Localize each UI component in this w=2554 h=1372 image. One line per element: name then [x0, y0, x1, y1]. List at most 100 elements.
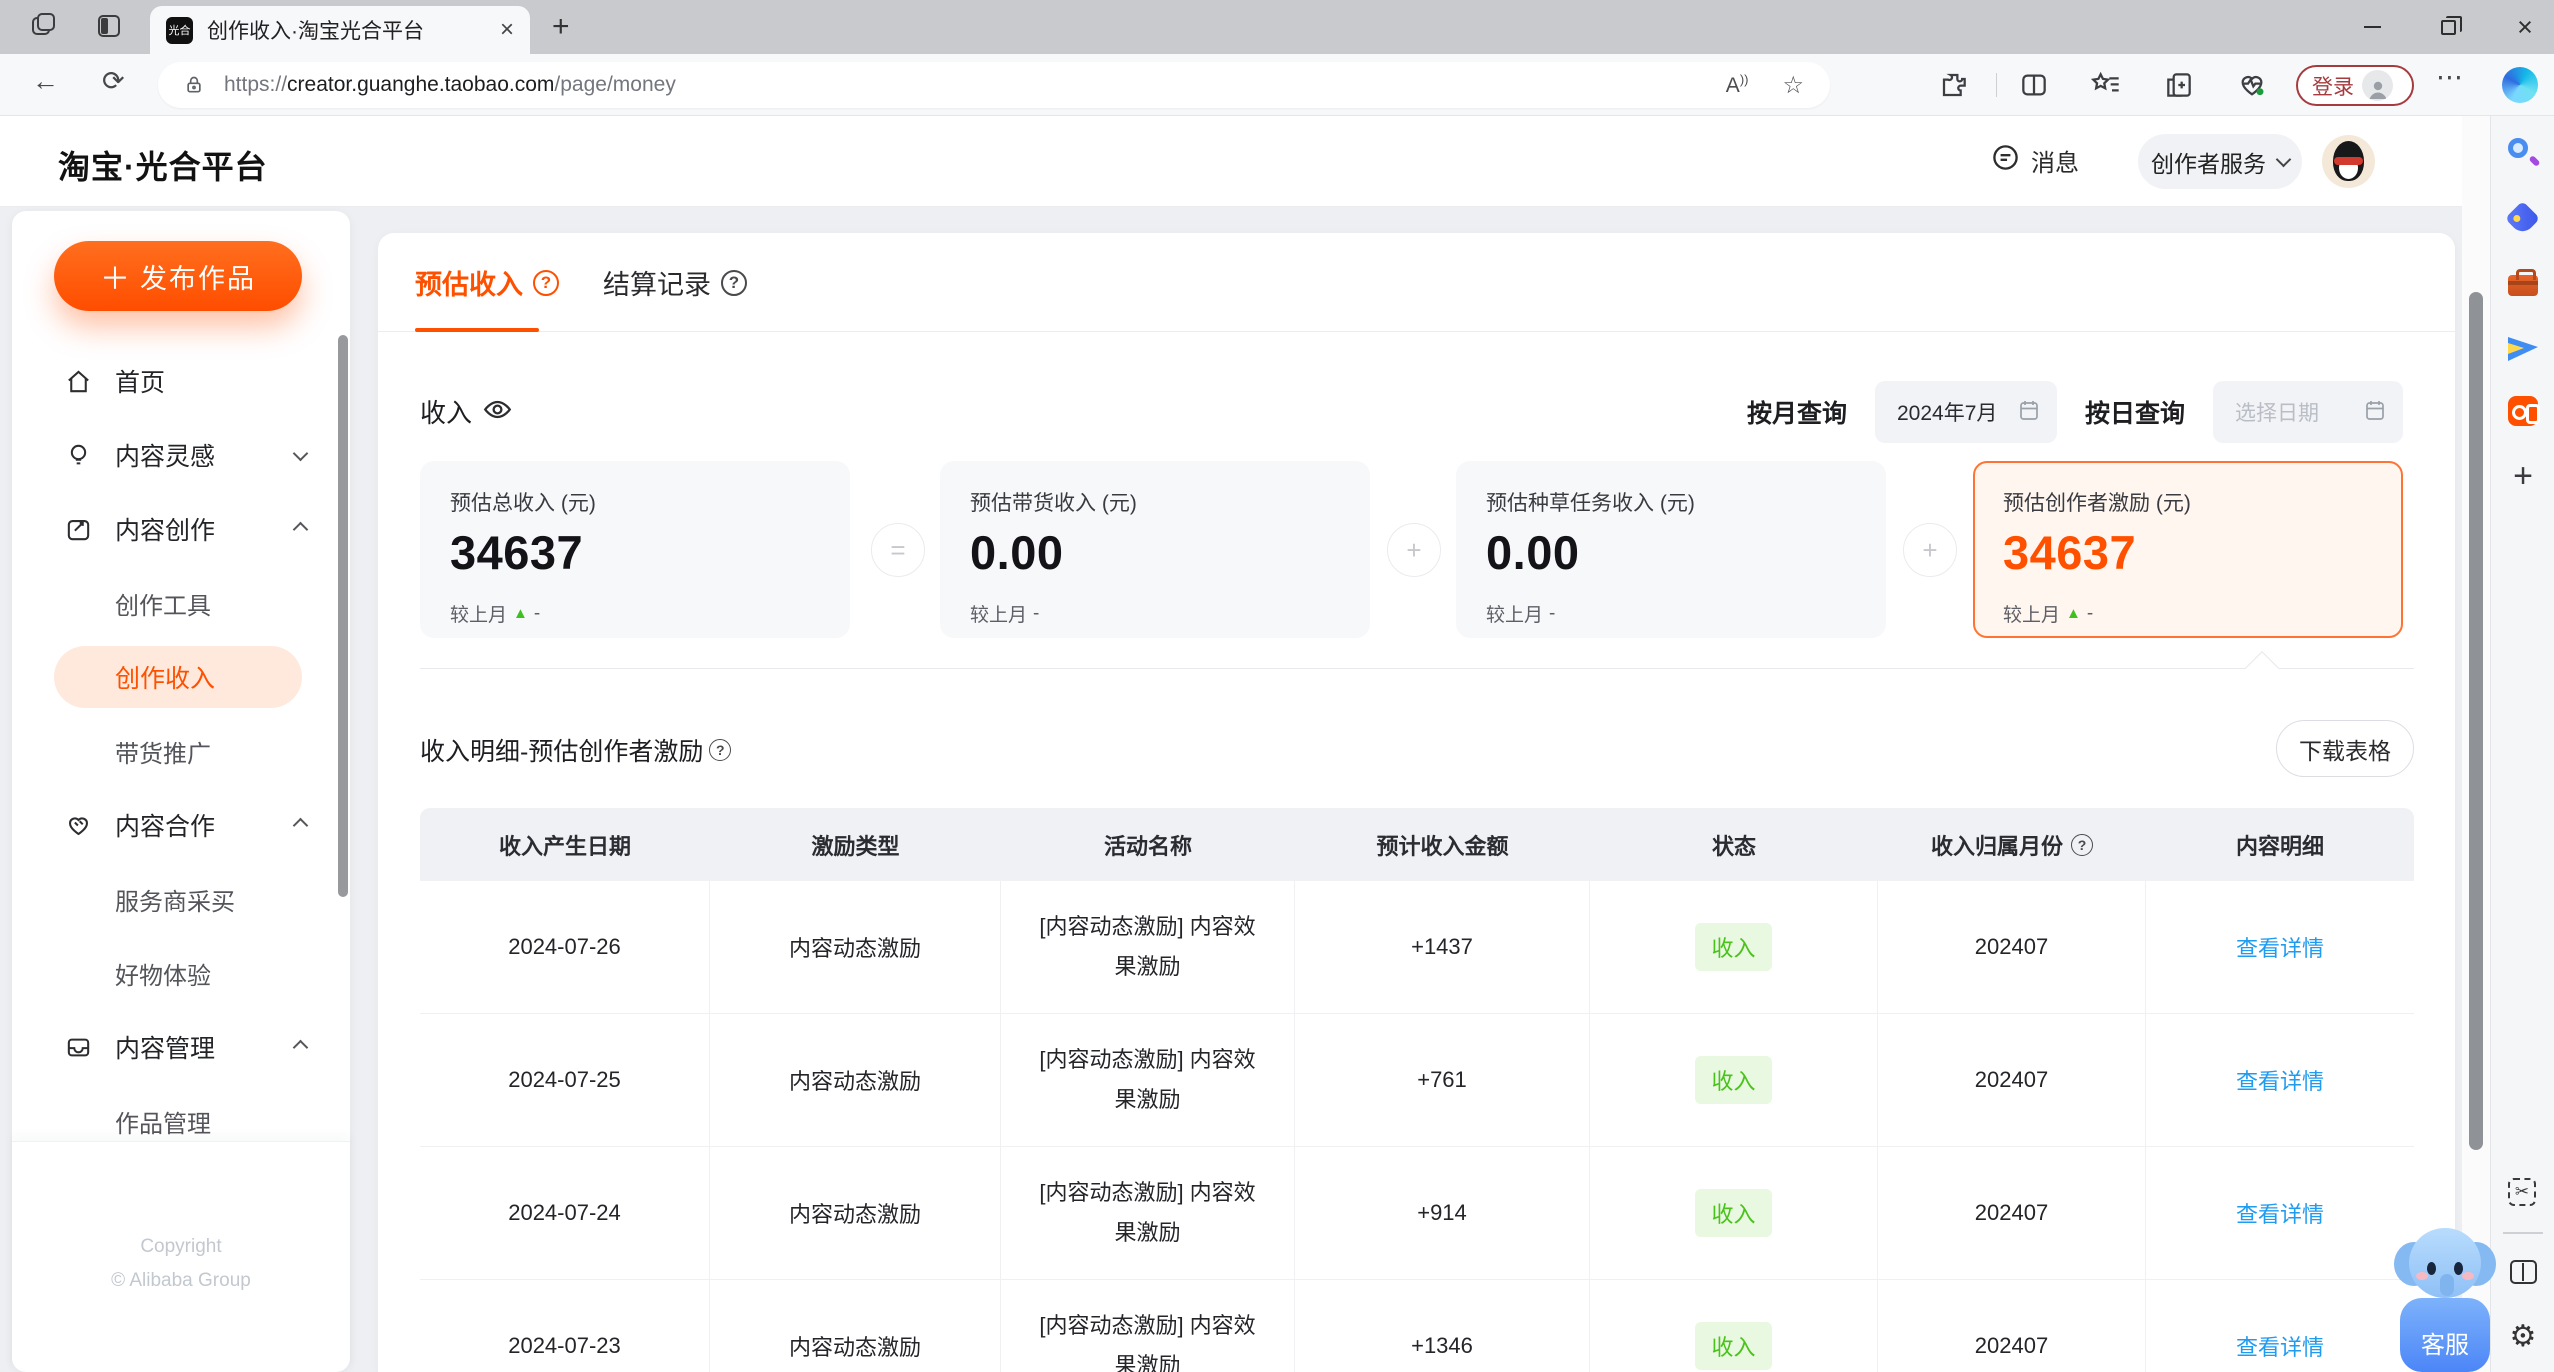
site-favicon: 光合 [166, 16, 193, 44]
split-screen-icon[interactable] [2018, 69, 2050, 101]
column-header: 状态 [1711, 833, 1756, 859]
handshake-heart-icon [64, 811, 93, 840]
window-restore-button[interactable] [2420, 0, 2476, 54]
column-header: 内容明细 [2235, 833, 2324, 859]
sidebar-item-creation-tools[interactable]: 创作工具 [12, 566, 350, 640]
cell-detail: 查看详情 [2146, 1014, 2414, 1146]
tab-close-icon[interactable]: × [500, 16, 514, 44]
sidebar-item-product-trial[interactable]: 好物体验 [12, 936, 350, 1010]
add-sidebar-app-icon[interactable]: + [2506, 459, 2540, 493]
view-details-link[interactable]: 查看详情 [2236, 931, 2324, 963]
user-avatar[interactable] [2322, 135, 2375, 188]
shopping-tag-icon[interactable] [2504, 200, 2541, 237]
sidebar-item-product-promotion[interactable]: 带货推广 [12, 714, 350, 788]
income-main-card: 预估收入 ? 结算记录 ? 收入 按月查询 2024年7月 按日查询 选择日期 … [378, 233, 2455, 1372]
toolbar-divider [1996, 73, 1997, 97]
sidebar-item-creation[interactable]: 内容创作 [12, 492, 350, 566]
sidebar-scrollbar-thumb[interactable] [338, 335, 348, 897]
url-text: https://creator.guanghe.taobao.com/page/… [224, 73, 676, 96]
download-table-button[interactable]: 下载表格 [2276, 720, 2414, 777]
equals-operator: = [871, 523, 925, 577]
tools-toolbox-icon[interactable] [2506, 267, 2540, 301]
cell-activity: [内容动态激励] 内容效 果激励 [1001, 1014, 1295, 1146]
browser-login-button[interactable]: 登录 [2296, 65, 2414, 106]
tab-estimated-income[interactable]: 预估收入 ? [415, 263, 559, 302]
sidebar-toggle-icon[interactable] [2506, 1256, 2540, 1290]
cell-activity: [内容动态激励] 内容效 果激励 [1001, 1280, 1295, 1372]
tab-actions-icon[interactable] [96, 13, 124, 41]
chevron-up-icon [292, 519, 309, 540]
day-picker-input[interactable]: 选择日期 [2213, 381, 2403, 443]
toolbar-menu-icon[interactable]: ⋯ [2436, 62, 2463, 93]
help-icon[interactable]: ? [533, 269, 559, 296]
customer-service-button[interactable]: 客服 [2394, 1226, 2496, 1372]
refresh-icon[interactable]: ⟳ [102, 66, 125, 97]
kuaishou-app-icon[interactable] [2506, 394, 2540, 428]
extensions-icon[interactable] [1938, 69, 1970, 101]
new-tab-button[interactable]: + [552, 10, 570, 44]
tab-settlement-records[interactable]: 结算记录 ? [603, 263, 747, 302]
workspaces-icon[interactable] [30, 13, 58, 41]
scrollbar-thumb[interactable] [2469, 292, 2483, 1150]
favorites-bar-icon[interactable] [2090, 69, 2122, 101]
detail-section-title: 收入明细-预估创作者激励 ? [420, 732, 732, 768]
table-row: 2024-07-24 内容动态激励 [内容动态激励] 内容效 果激励 +914 收… [420, 1147, 2414, 1280]
cell-status: 收入 [1590, 1147, 1878, 1279]
edge-sidebar: + ✂ ⚙ [2490, 116, 2554, 1372]
site-logo[interactable]: 淘宝·光合平台 [58, 142, 268, 188]
sidebar-item-home[interactable]: 首页 [12, 344, 350, 418]
paper-plane-icon[interactable] [2506, 332, 2540, 366]
address-bar[interactable]: https://creator.guanghe.taobao.com/page/… [158, 62, 1830, 108]
collections-icon[interactable] [2163, 69, 2195, 101]
eye-icon[interactable] [482, 394, 513, 430]
window-close-button[interactable]: × [2497, 0, 2553, 54]
browser-tab-strip: 光合 创作收入·淘宝光合平台 × + × [0, 0, 2554, 54]
income-detail-table: 收入产生日期 激励类型 活动名称 预计收入金额 状态 收入归属月份? 内容明细 … [420, 808, 2414, 1372]
creator-services-dropdown[interactable]: 创作者服务 [2138, 134, 2302, 189]
view-details-link[interactable]: 查看详情 [2236, 1330, 2324, 1362]
cell-month: 202407 [1878, 881, 2146, 1013]
messages-button[interactable]: 消息 [1990, 142, 2079, 178]
cell-status: 收入 [1590, 1014, 1878, 1146]
help-icon[interactable]: ? [721, 269, 747, 296]
cell-detail: 查看详情 [2146, 881, 2414, 1013]
cell-detail: 查看详情 [2146, 1147, 2414, 1279]
sidebar-item-cooperation[interactable]: 内容合作 [12, 788, 350, 862]
help-icon[interactable]: ? [709, 739, 732, 761]
sidebar-item-service-purchase[interactable]: 服务商采买 [12, 862, 350, 936]
cell-month: 202407 [1878, 1147, 2146, 1279]
publish-work-button[interactable]: ＋ 发布作品 [54, 241, 302, 311]
income-label: 收入 [420, 393, 513, 430]
chevron-up-icon [292, 1037, 309, 1058]
site-header: 淘宝·光合平台 消息 创作者服务 [0, 116, 2462, 207]
sidebar-divider [2503, 1232, 2543, 1234]
read-aloud-icon[interactable]: A)) [1726, 72, 1749, 98]
search-icon[interactable] [2506, 136, 2541, 170]
card-seeding-task-income[interactable]: 预估种草任务收入 (元) 0.00 较上月 - [1456, 461, 1886, 638]
card-creator-incentive-selected[interactable]: 预估创作者激励 (元) 34637 较上月 ▲ - [1973, 461, 2403, 638]
copilot-icon[interactable] [2502, 67, 2538, 103]
favorite-star-icon[interactable]: ☆ [1782, 71, 1804, 100]
sidebar-item-creation-income-active[interactable]: 创作收入 [12, 640, 350, 714]
help-icon[interactable]: ? [2071, 833, 2093, 856]
window-minimize-button[interactable] [2344, 0, 2400, 54]
nav-menu: 首页 内容灵感 内容创作 创作工具 创作收入 带货推广 内容合作 服务商采买 好… [12, 344, 350, 1158]
card-total-income[interactable]: 预估总收入 (元) 34637 较上月 ▲ - [420, 461, 850, 638]
cell-incentive-type: 内容动态激励 [710, 881, 1001, 1013]
settings-gear-icon[interactable]: ⚙ [2506, 1320, 2540, 1354]
sidebar-item-inspiration[interactable]: 内容灵感 [12, 418, 350, 492]
active-tab-underline [415, 328, 539, 332]
browser-tab[interactable]: 光合 创作收入·淘宝光合平台 × [150, 6, 530, 54]
home-icon [64, 367, 93, 396]
view-details-link[interactable]: 查看详情 [2236, 1064, 2324, 1096]
month-picker-input[interactable]: 2024年7月 [1874, 381, 2057, 443]
card-sales-income[interactable]: 预估带货收入 (元) 0.00 较上月 - [940, 461, 1370, 638]
view-details-link[interactable]: 查看详情 [2236, 1197, 2324, 1229]
back-icon[interactable]: ← [32, 66, 59, 97]
cell-month: 202407 [1878, 1014, 2146, 1146]
page-vertical-scrollbar[interactable] [2462, 116, 2490, 1372]
screenshot-snip-icon[interactable]: ✂ [2506, 1176, 2540, 1210]
sidebar-item-content-management[interactable]: 内容管理 [12, 1010, 350, 1084]
column-header: 收入归属月份? [1878, 829, 2146, 861]
browser-essentials-icon[interactable] [2236, 69, 2268, 101]
